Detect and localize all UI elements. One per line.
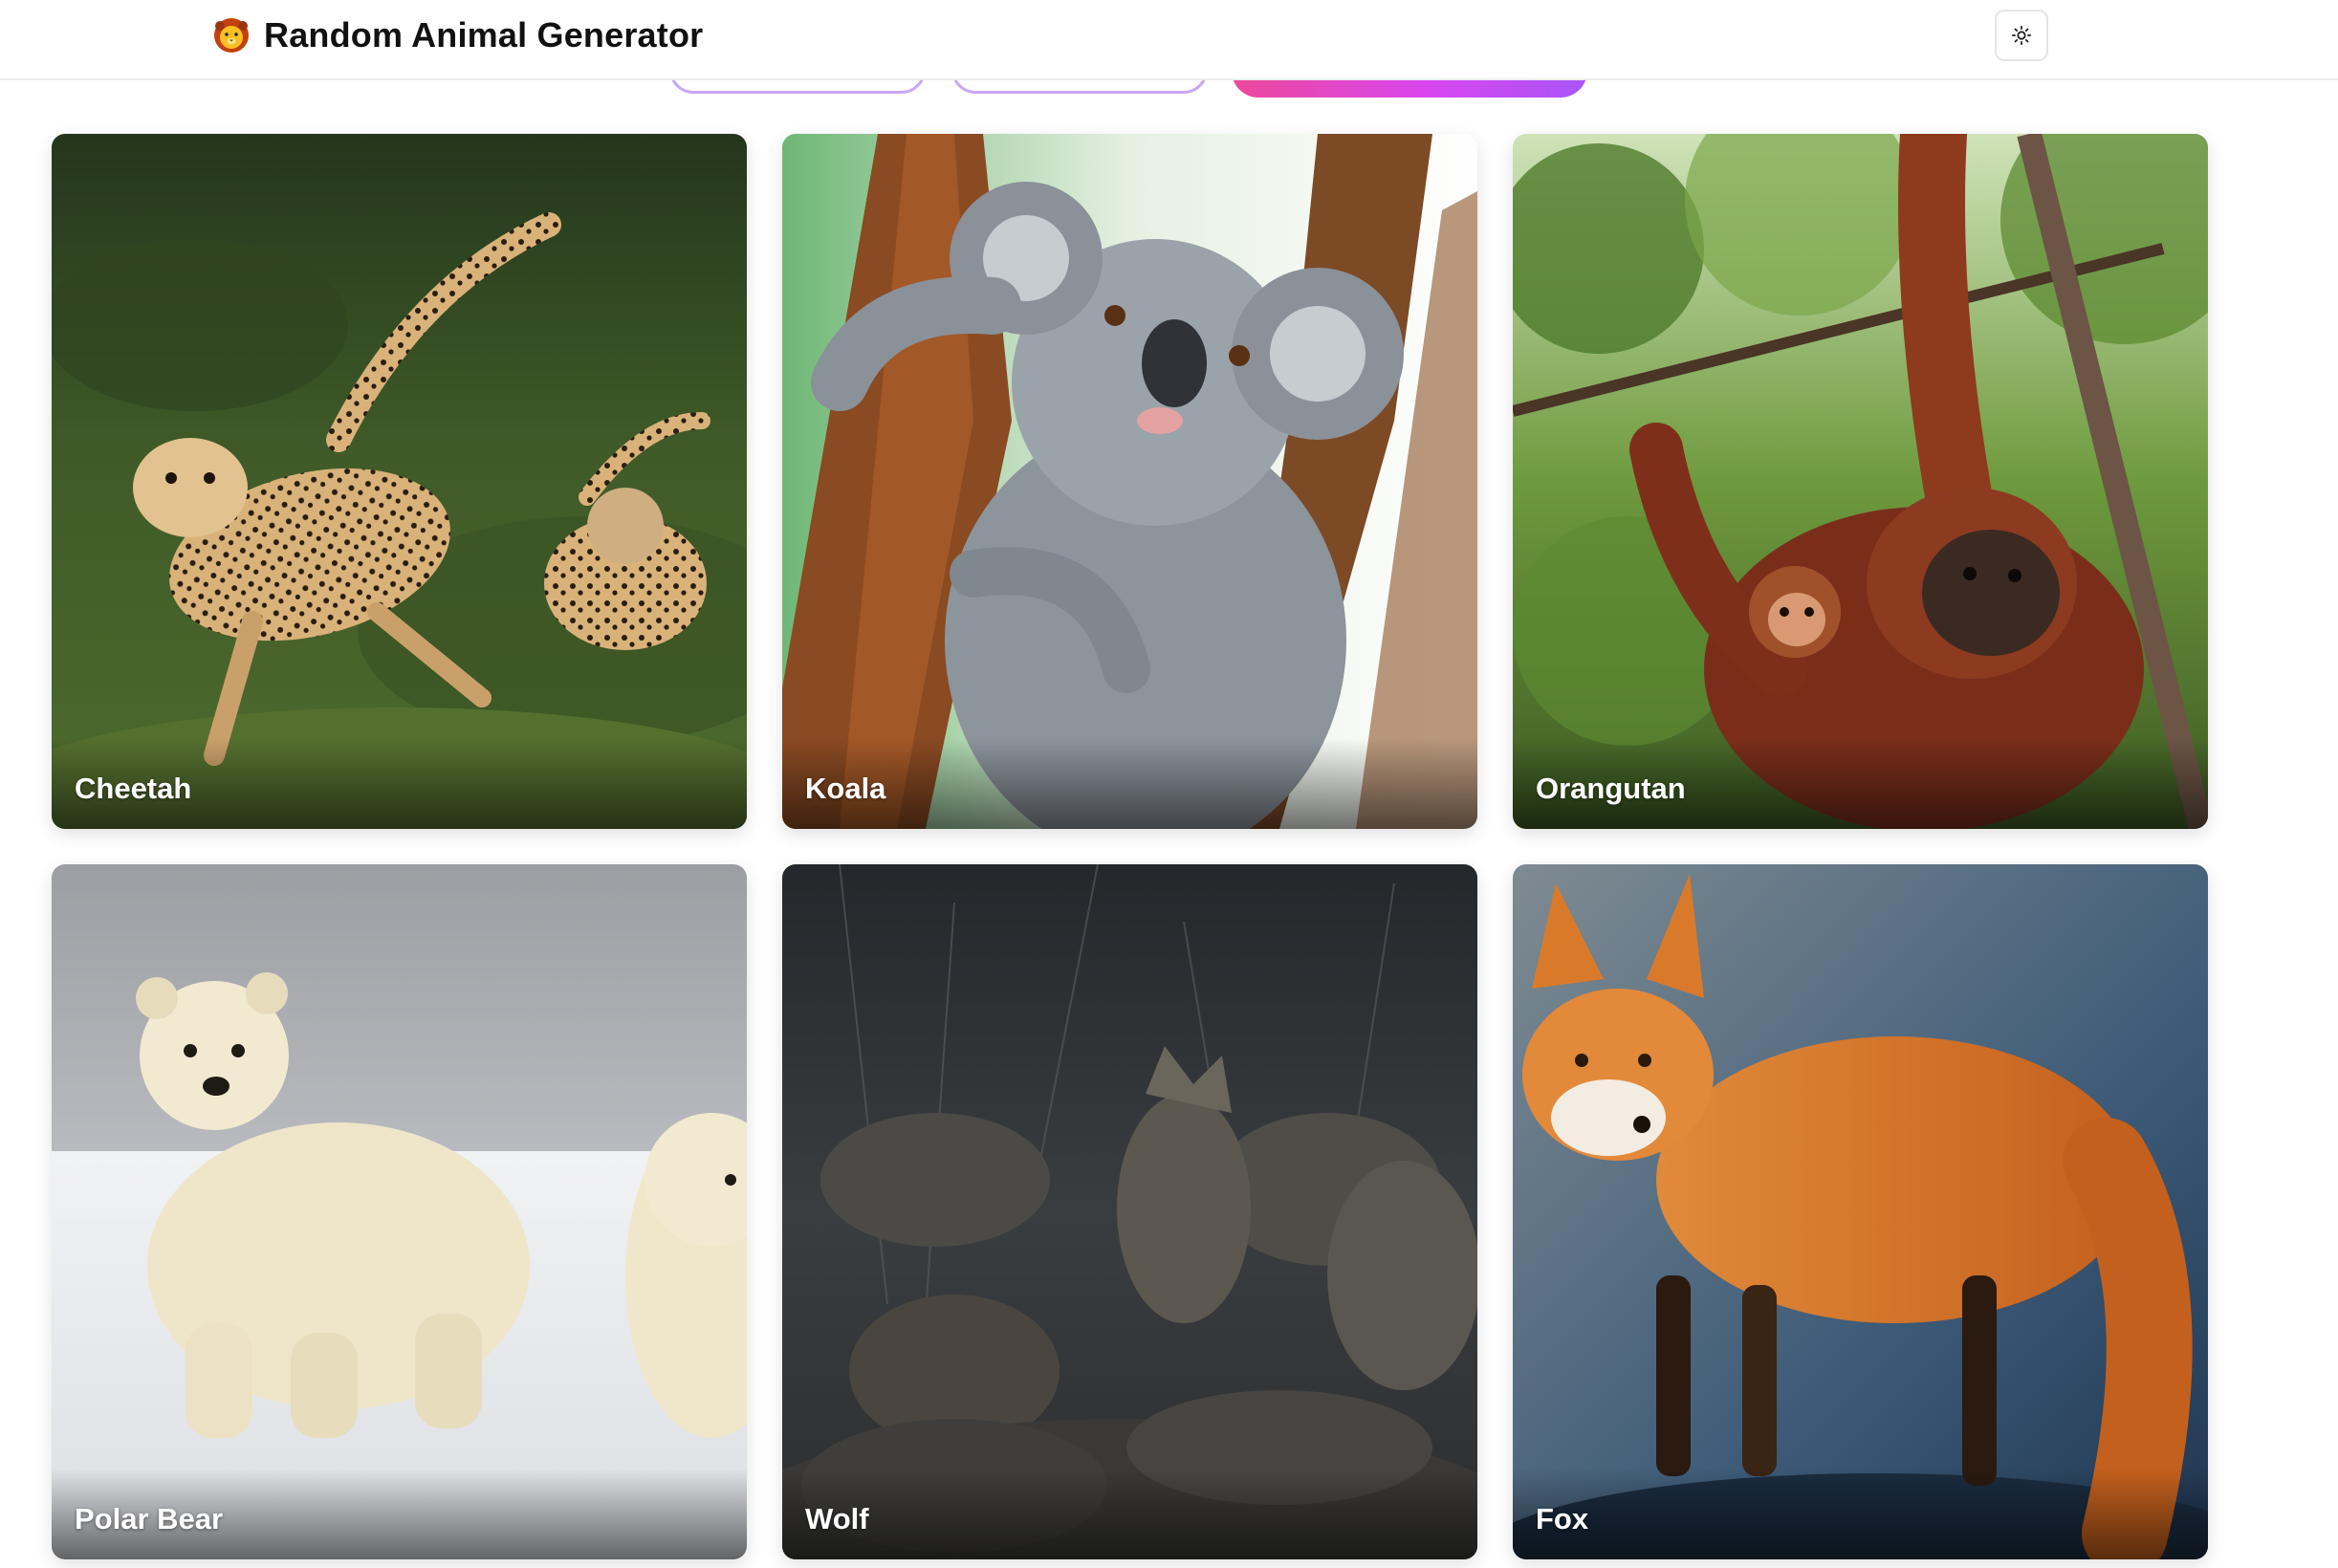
orangutan-photo bbox=[1513, 134, 2208, 829]
animal-card-koala[interactable]: Koala bbox=[782, 134, 1477, 829]
animal-name: Polar Bear bbox=[75, 1502, 224, 1535]
sun-icon bbox=[2011, 25, 2032, 46]
fox-photo bbox=[1513, 864, 2208, 1559]
card-label-overlay bbox=[1513, 1469, 2208, 1559]
animal-name: Koala bbox=[805, 772, 886, 805]
brand: Random Animal Generator bbox=[212, 13, 703, 57]
animal-grid: Cheetah Koala Orangutan Polar Bear Wolf … bbox=[52, 134, 2208, 1559]
polar-bear-photo bbox=[52, 864, 747, 1559]
cheetah-photo bbox=[52, 134, 747, 829]
theme-toggle-button[interactable] bbox=[1995, 10, 2048, 61]
wolf-photo bbox=[782, 864, 1477, 1559]
animal-name: Orangutan bbox=[1536, 772, 1686, 805]
animal-card-orangutan[interactable]: Orangutan bbox=[1513, 134, 2208, 829]
animal-card-wolf[interactable]: Wolf bbox=[782, 864, 1477, 1559]
lion-face-icon bbox=[214, 18, 249, 53]
card-label-overlay bbox=[782, 1469, 1477, 1559]
koala-photo bbox=[782, 134, 1477, 829]
app-header: Random Animal Generator bbox=[0, 0, 2338, 80]
animal-card-polar-bear[interactable]: Polar Bear bbox=[52, 864, 747, 1559]
animal-card-cheetah[interactable]: Cheetah bbox=[52, 134, 747, 829]
card-label-overlay bbox=[782, 738, 1477, 829]
animal-card-fox[interactable]: Fox bbox=[1513, 864, 2208, 1559]
animal-name: Fox bbox=[1536, 1502, 1589, 1535]
animal-name: Wolf bbox=[805, 1502, 869, 1535]
app-title: Random Animal Generator bbox=[264, 15, 704, 54]
animal-name: Cheetah bbox=[75, 772, 192, 805]
